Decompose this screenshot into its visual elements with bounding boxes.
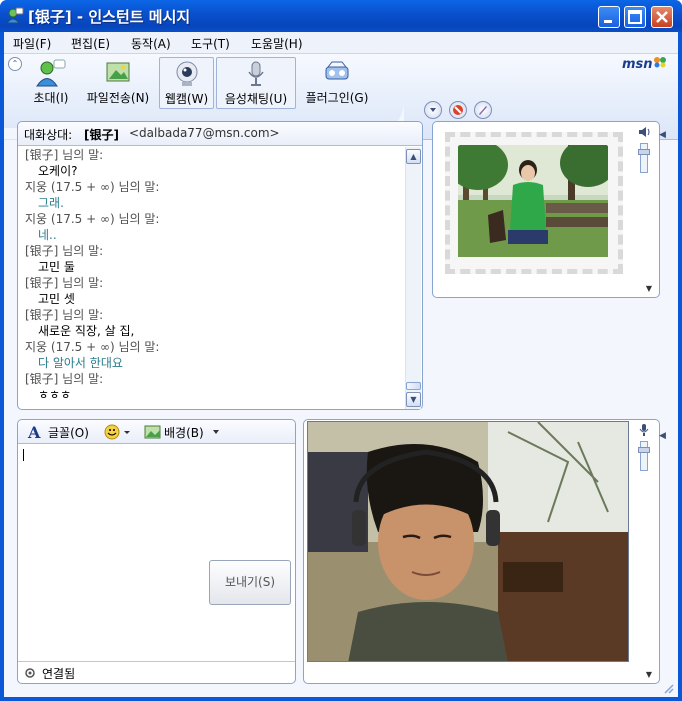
menu-help[interactable]: 도움말(H) bbox=[251, 35, 303, 52]
maximize-button[interactable] bbox=[624, 6, 646, 28]
collapse-toggle[interactable]: ⌃ bbox=[8, 57, 22, 71]
tool-voice-chat-label: 음성채팅(U) bbox=[224, 92, 288, 106]
message-text: ㅎㅎㅎ bbox=[38, 388, 72, 402]
contact-name: [银子] bbox=[84, 128, 119, 142]
contact-picture-panel: ▼ bbox=[432, 121, 660, 298]
tool-invite-label: 초대(I) bbox=[33, 91, 69, 105]
contact-photo-image bbox=[458, 145, 608, 257]
emoticon-icon[interactable] bbox=[104, 423, 134, 441]
background-image-icon bbox=[144, 425, 161, 439]
webcam-menu-arrow[interactable]: ▼ bbox=[646, 670, 652, 679]
webcam-video-image bbox=[308, 422, 628, 661]
resize-grip-icon[interactable] bbox=[662, 682, 674, 694]
webcam-icon bbox=[176, 61, 197, 86]
background-dropdown-icon[interactable] bbox=[212, 428, 220, 436]
message-sender: [银子] 님의 말: bbox=[25, 244, 104, 258]
status-bar: 연결됨 bbox=[18, 661, 295, 683]
microphone-icon bbox=[248, 61, 264, 86]
message-text: 새로운 직장, 살 집, bbox=[38, 324, 135, 338]
scroll-up-button[interactable]: ▲ bbox=[406, 149, 421, 164]
block-icon bbox=[453, 105, 463, 115]
invite-icon bbox=[36, 59, 66, 87]
tool-voice-chat[interactable]: 음성채팅(U) bbox=[216, 57, 296, 109]
volume-slider-thumb[interactable] bbox=[638, 149, 650, 155]
message-sender: [银子] 님의 말: bbox=[25, 276, 104, 290]
message-sender: 지웅 (17.5 + ∞) 님의 말: bbox=[25, 180, 160, 194]
message-history[interactable]: [银子] 님의 말: 오케이? 지웅 (17.5 + ∞) 님의 말: 그래. 지웅 (… bbox=[19, 147, 404, 409]
connection-status: 연결됨 bbox=[42, 667, 76, 681]
send-button[interactable]: 보내기(S) bbox=[209, 560, 291, 605]
minimize-icon bbox=[604, 20, 612, 23]
microphone-small-icon bbox=[639, 424, 649, 436]
picture-menu-arrow[interactable]: ▼ bbox=[646, 284, 652, 293]
volume-slider-track[interactable] bbox=[640, 143, 648, 173]
conversation-header: 대화상대: [银子] <dalbada77@msn.com> bbox=[18, 122, 422, 146]
background-button[interactable]: 배경(B) bbox=[164, 424, 204, 441]
message-sender: [银子] 님의 말: bbox=[25, 372, 104, 386]
font-icon: A bbox=[27, 423, 41, 441]
expand-arrow-bottom[interactable]: ◀ bbox=[659, 431, 666, 441]
message-text: 오케이? bbox=[38, 164, 78, 178]
compose-toolbar: A 글꼴(O) 배경(B) bbox=[18, 420, 295, 444]
tool-plugin-label: 플러그인(G) bbox=[305, 91, 369, 105]
title-bar[interactable]: [银子] - 인스턴트 메시지 bbox=[0, 0, 682, 32]
menu-action[interactable]: 동작(A) bbox=[131, 35, 171, 52]
message-sender: 지웅 (17.5 + ∞) 님의 말: bbox=[25, 340, 160, 354]
minimize-button[interactable] bbox=[598, 6, 620, 28]
tool-plugin[interactable]: 플러그인(G) bbox=[301, 57, 373, 109]
speaker-icon bbox=[639, 127, 650, 137]
compose-panel: A 글꼴(O) 배경(B) 연결됨 bbox=[17, 419, 296, 684]
plugin-icon bbox=[325, 61, 349, 80]
block-button[interactable] bbox=[449, 101, 467, 119]
menu-file[interactable]: 파일(F) bbox=[13, 35, 51, 52]
message-text: 네.. bbox=[38, 228, 57, 242]
message-input[interactable] bbox=[19, 445, 294, 659]
message-sender: 지웅 (17.5 + ∞) 님의 말: bbox=[25, 212, 160, 226]
message-text: 고민 둘 bbox=[38, 260, 75, 274]
tool-webcam-label: 웹캠(W) bbox=[164, 92, 209, 106]
menu-bar: 파일(F) 편집(E) 동작(A) 도구(T) 도움말(H) bbox=[4, 32, 678, 54]
conversation-panel: 대화상대: [银子] <dalbada77@msn.com> [银子] 님의 말… bbox=[17, 121, 423, 410]
tool-file-transfer-label: 파일전송(N) bbox=[86, 91, 150, 105]
chevron-down-icon bbox=[430, 108, 436, 112]
contact-email: <dalbada77@msn.com> bbox=[129, 126, 280, 140]
svg-text:A: A bbox=[27, 423, 41, 441]
mic-slider-thumb[interactable] bbox=[638, 447, 650, 453]
file-transfer-icon bbox=[106, 62, 130, 82]
message-text: 고민 셋 bbox=[38, 292, 75, 306]
brush-icon bbox=[479, 106, 487, 115]
mic-slider-track[interactable] bbox=[640, 441, 648, 471]
butterfly-icon bbox=[654, 57, 666, 68]
tool-webcam[interactable]: 웹캠(W) bbox=[159, 57, 214, 109]
window-bottom-border bbox=[0, 697, 682, 701]
contact-volume-control[interactable] bbox=[637, 125, 651, 185]
message-sender: [银子] 님의 말: bbox=[25, 308, 104, 322]
tool-invite[interactable]: 초대(I) bbox=[28, 57, 74, 109]
client-area: 파일(F) 편집(E) 동작(A) 도구(T) 도움말(H) ⌃ 초대(I) 파… bbox=[4, 32, 678, 697]
window-title: [银子] - 인스턴트 메시지 bbox=[28, 8, 191, 26]
contact-label: 대화상대: bbox=[24, 128, 73, 142]
my-volume-control[interactable] bbox=[637, 423, 651, 483]
scroll-thumb[interactable] bbox=[406, 382, 421, 390]
close-icon bbox=[656, 11, 668, 23]
scroll-down-button[interactable]: ▼ bbox=[406, 392, 421, 407]
font-button[interactable]: 글꼴(O) bbox=[48, 424, 89, 441]
close-button[interactable] bbox=[651, 6, 673, 28]
history-scrollbar[interactable]: ▲ ▼ bbox=[405, 147, 421, 409]
webcam-view[interactable] bbox=[307, 421, 629, 662]
tool-file-transfer[interactable]: 파일전송(N) bbox=[82, 57, 154, 109]
contact-picture[interactable] bbox=[458, 145, 608, 257]
expand-arrow-top[interactable]: ◀ bbox=[659, 130, 666, 140]
maximize-icon bbox=[628, 10, 642, 24]
connection-icon bbox=[25, 668, 35, 678]
msn-logo: msn bbox=[622, 57, 653, 72]
menu-tools[interactable]: 도구(T) bbox=[191, 35, 230, 52]
paint-button[interactable] bbox=[474, 101, 492, 119]
dropdown-circle-button[interactable] bbox=[424, 101, 442, 119]
menu-edit[interactable]: 편집(E) bbox=[71, 35, 110, 52]
message-sender: [银子] 님의 말: bbox=[25, 148, 104, 162]
message-text: 다 알아서 한대요 bbox=[38, 356, 123, 370]
messenger-icon bbox=[6, 7, 24, 24]
message-text: 그래. bbox=[38, 196, 64, 210]
